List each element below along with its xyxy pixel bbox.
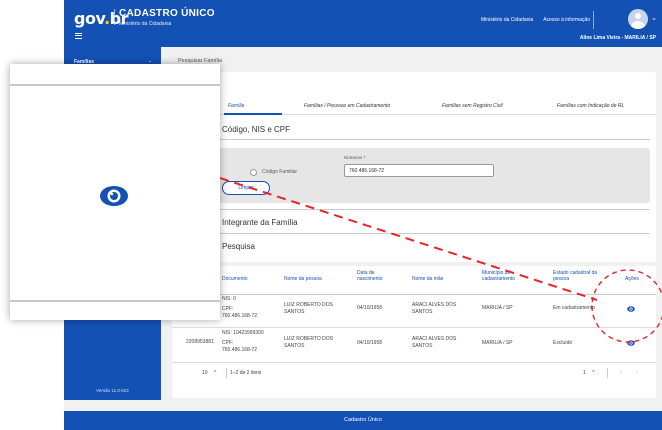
tab-cadastramento[interactable]: Famílias / Pessoas em Cadastramento <box>304 103 390 109</box>
cell-nome: LUIZ ROBERTO DOS SANTOS <box>284 336 333 349</box>
section-title-pesquisa: Pesquisa <box>222 242 255 251</box>
cell-estado: Em cadastramento <box>553 305 595 311</box>
cell-municipio: MARILIA / SP <box>482 340 513 346</box>
cell-nome: LUIZ ROBERTO DOS SANTOS <box>284 302 333 315</box>
cell-cpf: 760.486.168-72 <box>222 313 258 319</box>
radio-codigo-familiar[interactable] <box>250 169 257 176</box>
page-select[interactable]: 1 ^ <box>583 370 595 376</box>
link-acesso-informacao[interactable]: Acesso à informação <box>543 17 590 23</box>
zoom-border-line <box>10 300 220 302</box>
active-tab-indicator <box>224 113 282 115</box>
cell-cpf-label: CPF: <box>222 306 234 312</box>
col-header-acoes: Ações <box>625 276 639 282</box>
cell-cpf: 760.486.168-72 <box>222 347 258 353</box>
range-text: 1–2 de 2 itens <box>230 370 262 376</box>
footer: Cadastro Único <box>64 411 662 430</box>
page-size-select[interactable]: 10 ^ <box>202 370 216 376</box>
tab-familia[interactable]: Família <box>228 103 244 109</box>
row-divider <box>172 362 656 363</box>
next-page-icon[interactable]: › <box>636 370 638 376</box>
search-card: Família Famílias / Pessoas em Cadastrame… <box>172 72 656 262</box>
top-links: Ministério da Cidadania Acesso à informa… <box>481 17 590 23</box>
chevron-up-icon: ^ <box>592 370 595 376</box>
cell-municipio: MARILIA / SP <box>482 305 513 311</box>
view-eye-icon[interactable] <box>627 339 635 347</box>
pager-divider <box>226 368 227 378</box>
divider <box>178 233 650 234</box>
zoom-border-line <box>10 84 220 86</box>
cell-documento: NIS: 10423999300 CPF: 760.486.168-72 <box>222 330 264 354</box>
cell-nis: NIS: 0 <box>222 296 236 302</box>
col-header-nome: Nome da pessoa <box>284 276 322 282</box>
main-content: Pesquisar Família Família Famílias / Pes… <box>164 52 656 402</box>
numbers-input[interactable]: 760.486.168-72 <box>344 164 494 177</box>
logo-divider <box>114 9 115 25</box>
col-header-mae: Nome da mãe <box>412 276 444 282</box>
pager-divider <box>607 368 608 378</box>
header-divider <box>172 294 656 295</box>
cell-nascimento: 04/10/1958 <box>357 340 383 346</box>
cell-estado: Excluído <box>553 340 573 346</box>
tab-indicacao-rl[interactable]: Famílias com Indicação de RL <box>557 103 624 109</box>
tab-sem-registro[interactable]: Famílias sem Registro Civil <box>442 103 503 109</box>
screenshot-stage: gov.br CADASTRO ÚNICO Ministério da Cida… <box>0 0 662 430</box>
col-header-estado: Estado cadastral da pessoa <box>553 270 598 283</box>
col-header-nascimento: Data de nascimento <box>357 270 383 283</box>
col-header-municipio: Município de cadastramento <box>482 270 516 283</box>
divider <box>178 139 650 140</box>
cell-documento: NIS: 0 CPF: 760.486.168-72 <box>222 296 257 320</box>
prev-page-icon[interactable]: ‹ <box>620 370 622 376</box>
system-subtitle: Ministério da Cidadania <box>119 21 172 27</box>
chevron-up-icon: ^ <box>213 370 217 376</box>
zoom-eye-icon <box>100 186 128 206</box>
clear-button[interactable]: Limpar <box>222 181 270 195</box>
section-title-codigo: Código, NIS e CPF <box>222 125 291 134</box>
system-name: CADASTRO ÚNICO <box>119 8 215 19</box>
cell-nascimento: 04/10/1958 <box>357 305 383 311</box>
chevron-down-icon[interactable]: ⌄ <box>651 14 657 22</box>
cell-nis: NIS: 10423999300 <box>222 330 264 336</box>
col-header-documento: Documento <box>222 276 248 282</box>
numbers-label: Números * <box>344 155 366 160</box>
cell-cpf-label: CPF: <box>222 340 234 346</box>
header-divider <box>593 11 594 29</box>
zoom-inset <box>10 64 220 320</box>
tab-bar: Família Famílias / Pessoas em Cadastrame… <box>172 99 656 115</box>
top-header: gov.br CADASTRO ÚNICO Ministério da Cida… <box>64 0 662 47</box>
filter-box: Código Familiar Números * 760.486.168-72… <box>178 148 650 203</box>
logo-text: gov <box>74 9 105 28</box>
view-eye-icon[interactable] <box>627 305 635 313</box>
radio-label: Código Familiar <box>262 169 298 175</box>
results-table: Documento Nome da pessoa Data de nascime… <box>172 266 656 398</box>
cell-codigo: 2208953881 <box>186 339 214 345</box>
avatar-icon[interactable] <box>628 9 648 29</box>
row-divider <box>172 327 656 328</box>
divider <box>178 209 650 210</box>
cell-mae: ARACI ALVES DOS SANTOS <box>412 302 457 315</box>
section-title-integrante: Integrante da Família <box>222 218 298 227</box>
page-size-value: 10 <box>202 370 208 376</box>
link-ministerio[interactable]: Ministério da Cidadania <box>481 17 533 23</box>
hamburger-menu-icon[interactable] <box>75 33 82 39</box>
user-name: Aline Lima Vieira - MARILIA / SP <box>579 35 656 41</box>
page-value: 1 <box>583 370 586 376</box>
version-label: Versão 11.0-b22 <box>96 388 129 393</box>
cell-mae: ARACI ALVES DOS SANTOS <box>412 336 457 349</box>
